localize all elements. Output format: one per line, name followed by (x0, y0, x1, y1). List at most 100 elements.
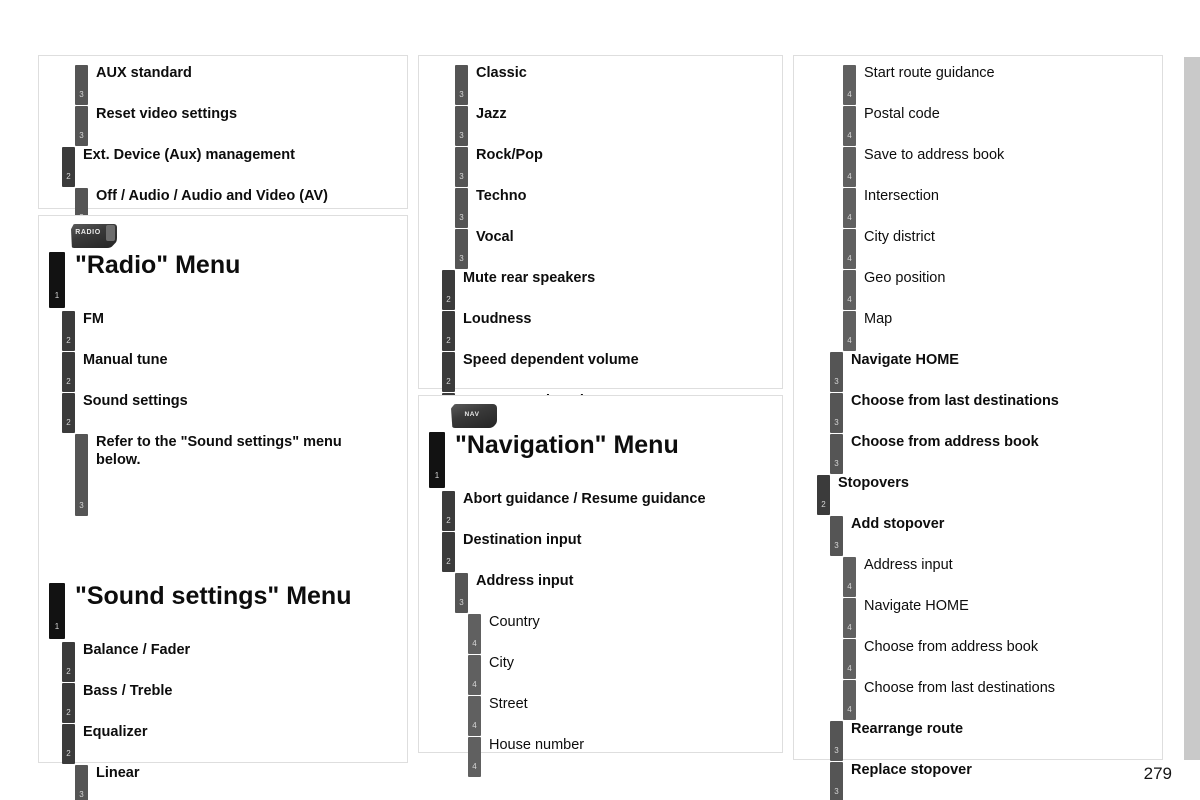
level-number: 3 (834, 459, 839, 468)
menu-entry-label: Reset video settings (96, 106, 238, 122)
level-bar-3: 3 (75, 434, 88, 516)
level-bar-3: 3 (455, 573, 468, 613)
level-bar-2: 2 (62, 393, 75, 433)
menu-entry-label: Choose from last destinations (851, 393, 1059, 409)
menu-entry-label: FM (83, 311, 104, 327)
level-bar-4: 4 (843, 557, 856, 597)
menu-entry-label: Classic (476, 65, 527, 81)
menu-entry-label: Navigate HOME (864, 598, 969, 614)
level-number: 4 (847, 213, 852, 222)
menu-entry-label: Choose from address book (864, 639, 1039, 655)
menu-entry: 3 Jazz (429, 105, 772, 146)
menu-entry: 3 Replace stopover (804, 761, 1152, 800)
menu-entry-label: Replace stopover (851, 762, 972, 778)
level-number: 2 (66, 172, 71, 181)
menu-entry: 4 City (429, 654, 772, 695)
menu-entry-label: Rearrange route (851, 721, 964, 737)
level-number: 3 (459, 172, 464, 181)
menu-entry-label: Bass / Treble (83, 683, 173, 699)
menu-entry: 2 FM (49, 310, 397, 351)
level-number: 3 (459, 90, 464, 99)
level-bar-3: 3 (830, 352, 843, 392)
navigation-menu-box: NAV 1 "Navigation" Menu 2 Abort guidance … (418, 395, 783, 777)
menu-entry-label: Intersection (864, 188, 939, 204)
level-number: 2 (446, 557, 451, 566)
menu-entry-label: Equalizer (83, 724, 148, 740)
radio-menu-box: RADIO 1 "Radio" Menu 2 FM 2 Manual tune 2 Sou… (38, 215, 408, 800)
menu-entry: 3 Vocal (429, 228, 772, 269)
menu-entry-label: Postal code (864, 106, 940, 122)
menu-entry-label: AUX standard (96, 65, 192, 81)
menu-entry-label: City (489, 655, 514, 671)
level-bar-3: 3 (455, 229, 468, 269)
menu-entry-label: Balance / Fader (83, 642, 191, 658)
level-number: 4 (847, 705, 852, 714)
menu-entry: 4 Address input (804, 556, 1152, 597)
menu-entry-label: Navigate HOME (851, 352, 959, 368)
level-bar-3: 3 (830, 762, 843, 800)
level-bar-3: 3 (455, 188, 468, 228)
level-bar-3: 3 (75, 765, 88, 800)
level-bar-3: 3 (830, 393, 843, 433)
menu-entry: 4 House number (429, 736, 772, 777)
level-number: 3 (834, 418, 839, 427)
page-title: "Radio" Menu (75, 251, 241, 279)
level-bar-3: 3 (830, 434, 843, 474)
level-number: 2 (446, 295, 451, 304)
menu-entry: 4 Country (429, 613, 772, 654)
level-bar-2: 2 (442, 532, 455, 572)
menu-entry-label: Country (489, 614, 540, 630)
menu-entry-label: Save to address book (864, 147, 1005, 163)
level-bar-4: 4 (468, 696, 481, 736)
menu-entry-label: Jazz (476, 106, 507, 122)
level-number: 3 (79, 90, 84, 99)
menu-entry-label: City district (864, 229, 935, 245)
level-number: 4 (472, 639, 477, 648)
manual-page: 3 AUX standard 3 Reset video settings 2 Ext. … (0, 0, 1200, 800)
level-bar-4: 4 (843, 188, 856, 228)
menu-entry: 4 Map (804, 310, 1152, 351)
level-bar-3: 3 (830, 516, 843, 556)
aux-settings-box: 3 AUX standard 3 Reset video settings 2 Ext. … (38, 55, 408, 228)
level-bar-2: 2 (817, 475, 830, 515)
level-number: 3 (79, 501, 84, 510)
right-scroll-strip[interactable] (1184, 57, 1200, 760)
level-bar-2: 2 (62, 352, 75, 392)
level-bar-4: 4 (843, 270, 856, 310)
menu-entry-label: Choose from address book (851, 434, 1039, 450)
level-number: 3 (459, 254, 464, 263)
menu-entry: 2 Mute rear speakers (429, 269, 772, 310)
level-number: 2 (66, 336, 71, 345)
menu-entry-label: Choose from last destinations (864, 680, 1056, 696)
menu-entry-label: Mute rear speakers (463, 270, 596, 286)
level-number: 3 (834, 541, 839, 550)
level-number: 4 (847, 254, 852, 263)
menu-entry-label: Add stopover (851, 516, 945, 532)
level-bar-2: 2 (442, 491, 455, 531)
level-bar-4: 4 (843, 311, 856, 351)
nav-menu-title-row: 1 "Navigation" Menu (429, 430, 772, 490)
menu-entry: 2 Manual tune (49, 351, 397, 392)
menu-entry-label: Manual tune (83, 352, 168, 368)
level-number: 2 (446, 516, 451, 525)
level-bar-4: 4 (843, 106, 856, 146)
level-number: 3 (834, 787, 839, 796)
middle-column: 3 Classic 3 Jazz 3 Rock/Pop 3 Techno 3 Vocal 2 Mute… (418, 55, 783, 777)
level-number: 4 (472, 762, 477, 771)
level-number: 4 (847, 295, 852, 304)
level-bar-3: 3 (75, 65, 88, 105)
level-bar-4: 4 (468, 614, 481, 654)
level-number: 2 (66, 708, 71, 717)
menu-entry: 4 Street (429, 695, 772, 736)
level-bar-3: 3 (455, 65, 468, 105)
radio-button-icon[interactable]: RADIO (71, 224, 117, 248)
nav-button-icon[interactable]: NAV (451, 404, 497, 428)
level-number: 3 (834, 377, 839, 386)
left-column: 3 AUX standard 3 Reset video settings 2 Ext. … (38, 55, 408, 800)
menu-entry-label: Start route guidance (864, 65, 995, 81)
menu-entry: 4 Navigate HOME (804, 597, 1152, 638)
level-bar-3: 3 (830, 721, 843, 761)
level-bar-1: 1 (49, 583, 65, 639)
level-number: 2 (446, 336, 451, 345)
menu-entry: 3 Reset video settings (49, 105, 397, 146)
